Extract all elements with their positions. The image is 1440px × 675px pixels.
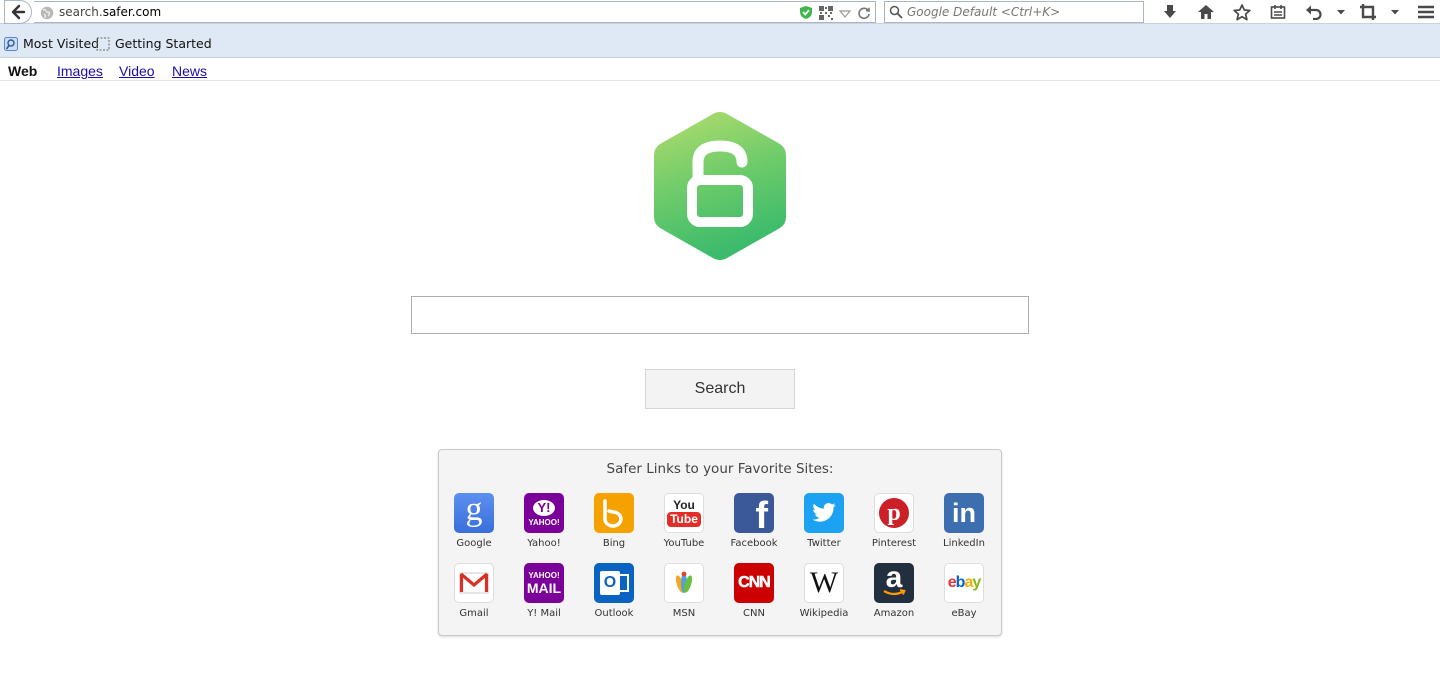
back-arrow-icon (11, 4, 26, 20)
favorite-site-msn[interactable]: MSN (649, 563, 719, 619)
youtube-icon: You Tube (664, 493, 704, 533)
favorite-site-google[interactable]: g Google (439, 493, 509, 549)
favorite-site-label: Y! Mail (527, 608, 561, 619)
favorite-site-yahoo[interactable]: Y! YAHOO! Yahoo! (509, 493, 579, 549)
cnn-icon: CNN (734, 563, 774, 603)
back-button[interactable] (4, 0, 32, 24)
favorite-site-cnn[interactable]: CNN CNN (719, 563, 789, 619)
dropdown-triangle-icon[interactable] (838, 6, 852, 24)
linkedin-icon: in (944, 493, 984, 533)
most-visited-label: Most Visited (23, 36, 100, 51)
favorite-site-label: LinkedIn (943, 538, 985, 549)
hamburger-menu-icon[interactable] (1408, 2, 1440, 22)
favorite-site-amazon[interactable]: a Amazon (859, 563, 929, 619)
favorite-site-youtube[interactable]: You Tube YouTube (649, 493, 719, 549)
shield-icon[interactable] (799, 5, 813, 25)
favorite-site-label: CNN (743, 608, 765, 619)
favorite-site-bing[interactable]: Bing (579, 493, 649, 549)
download-icon[interactable] (1152, 2, 1188, 22)
reading-list-icon[interactable] (1260, 2, 1296, 22)
twitter-icon (804, 493, 844, 533)
crop-dropdown-icon[interactable] (1386, 2, 1404, 22)
favorite-site-pinterest[interactable]: p Pinterest (859, 493, 929, 549)
nav-news[interactable]: News (172, 63, 207, 79)
ebay-icon: ebay (944, 563, 984, 603)
favorite-site-twitter[interactable]: Twitter (789, 493, 859, 549)
favorite-site-label: Pinterest (871, 538, 917, 549)
pinterest-icon: p (874, 493, 914, 533)
favorite-site-label: Yahoo! (527, 538, 561, 549)
bookmark-most-visited[interactable]: Most Visited (4, 36, 99, 51)
search-icon (889, 5, 903, 19)
favorite-site-label: MSN (672, 608, 696, 619)
undo-icon[interactable] (1296, 2, 1332, 22)
browser-search-bar[interactable] (884, 1, 1144, 23)
url-host-domain: safer.com (102, 5, 162, 19)
favorite-site-label: Outlook (594, 608, 634, 619)
reload-icon[interactable] (857, 6, 871, 25)
favorite-site-yahoo-mail[interactable]: YAHOO! MAIL Y! Mail (509, 563, 579, 619)
crop-icon[interactable] (1350, 2, 1386, 22)
nav-web[interactable]: Web (8, 63, 37, 79)
browser-toolbar: search.safer.com (0, 0, 1440, 24)
undo-dropdown-icon[interactable] (1332, 2, 1350, 22)
google-icon: g (454, 493, 494, 533)
favorite-site-label: eBay (951, 608, 977, 619)
favorite-site-label: Google (456, 538, 492, 549)
favorite-site-gmail[interactable]: M Gmail (439, 563, 509, 619)
url-host-prefix: search. (59, 5, 103, 19)
outlook-icon: O (594, 563, 634, 603)
nav-video[interactable]: Video (119, 63, 155, 79)
favorite-sites-title: Safer Links to your Favorite Sites: (606, 461, 834, 477)
home-icon[interactable] (1188, 2, 1224, 22)
safer-lock-logo (654, 112, 786, 260)
gmail-icon: M (454, 563, 494, 603)
qr-code-icon[interactable] (819, 5, 833, 25)
bookmark-star-icon[interactable] (1224, 2, 1260, 22)
nav-images[interactable]: Images (57, 63, 103, 79)
yahoo-icon: Y! YAHOO! (524, 493, 564, 533)
globe-icon (40, 6, 54, 20)
getting-started-label: Getting Started (115, 36, 212, 51)
bing-icon (594, 493, 634, 533)
favorite-site-label: YouTube (663, 538, 705, 549)
favorite-site-label: Bing (602, 538, 626, 549)
yahoo-mail-icon: YAHOO! MAIL (524, 563, 564, 603)
blank-page-icon (96, 37, 110, 50)
favorite-site-ebay[interactable]: ebay eBay (929, 563, 999, 619)
toolbar-gap (0, 24, 1440, 31)
favorite-site-label: Wikipedia (799, 608, 849, 619)
most-visited-icon (4, 36, 18, 51)
wikipedia-icon: W (804, 563, 844, 603)
search-button[interactable]: Search (645, 369, 795, 409)
favorite-site-label: Twitter (807, 538, 841, 549)
search-type-nav: Web Images Video News (0, 59, 1440, 81)
favorite-sites-panel: Safer Links to your Favorite Sites: g Go… (438, 449, 1002, 636)
bookmarks-bar: Most Visited Getting Started (0, 31, 1440, 58)
favorite-site-facebook[interactable]: f Facebook (719, 493, 789, 549)
favorite-site-label: Amazon (873, 608, 915, 619)
favorite-site-label: Gmail (459, 608, 489, 619)
search-input[interactable] (411, 296, 1029, 334)
url-text[interactable]: search.safer.com (59, 5, 161, 19)
facebook-icon: f (734, 493, 774, 533)
url-bar[interactable]: search.safer.com (34, 1, 876, 23)
bookmark-getting-started[interactable]: Getting Started (96, 36, 212, 51)
favorite-site-linkedin[interactable]: in LinkedIn (929, 493, 999, 549)
msn-icon (664, 563, 704, 603)
favorite-site-label: Facebook (730, 538, 778, 549)
favorite-site-outlook[interactable]: O Outlook (579, 563, 649, 619)
favorite-site-wikipedia[interactable]: W Wikipedia (789, 563, 859, 619)
browser-search-input[interactable] (907, 4, 1137, 20)
amazon-icon: a (874, 563, 914, 603)
